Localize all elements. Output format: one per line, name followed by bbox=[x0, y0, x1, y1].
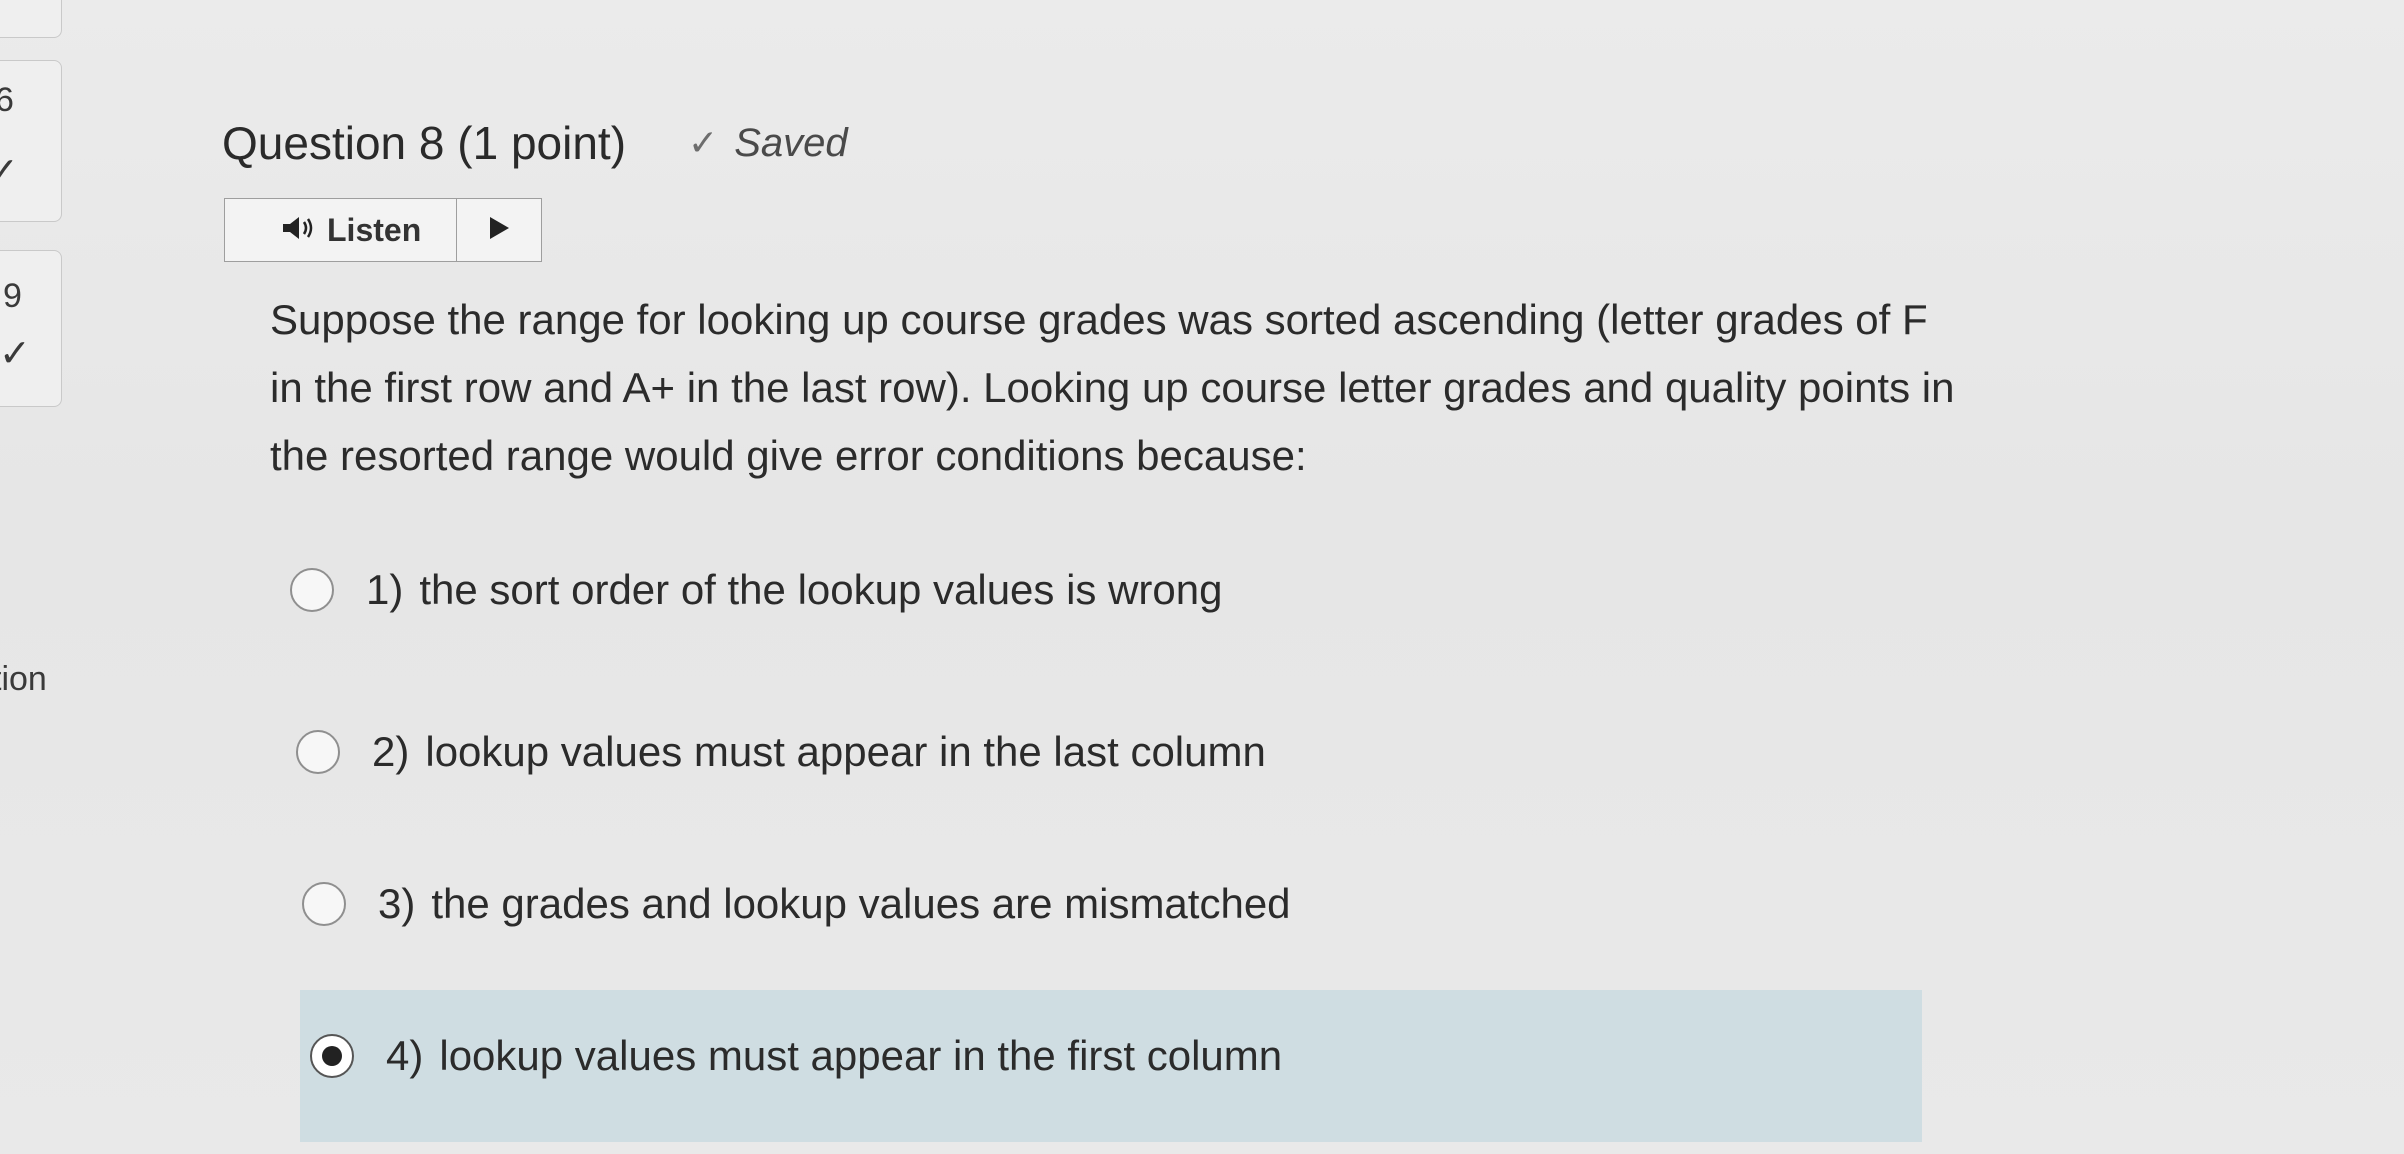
radio-button-selected[interactable] bbox=[310, 1034, 354, 1078]
option-label: the grades and lookup values are mismatc… bbox=[431, 880, 1291, 927]
answer-option-4[interactable]: 4) lookup values must appear in the firs… bbox=[310, 1032, 1282, 1080]
answer-option-2[interactable]: 2) lookup values must appear in the last… bbox=[296, 728, 1266, 776]
radio-button[interactable] bbox=[296, 730, 340, 774]
option-number: 2) bbox=[372, 728, 410, 775]
option-label: lookup values must appear in the first c… bbox=[439, 1032, 1283, 1079]
option-number: 4) bbox=[386, 1032, 424, 1079]
listen-widget: Listen bbox=[224, 198, 542, 262]
question-number: Question 8 bbox=[222, 117, 445, 169]
speaker-icon bbox=[281, 213, 317, 248]
answer-option-3[interactable]: 3) the grades and lookup values are mism… bbox=[302, 880, 1291, 928]
nav-question-number: 9 bbox=[3, 277, 22, 315]
question-header: Question 8 (1 point) ✓ Saved bbox=[222, 116, 848, 170]
nav-card-question-6[interactable]: 6 ✓ bbox=[0, 60, 62, 222]
listen-label: Listen bbox=[327, 211, 422, 248]
radio-button[interactable] bbox=[302, 882, 346, 926]
nav-answered-check-icon: ✓ bbox=[0, 333, 31, 375]
nav-question-number: 6 bbox=[0, 81, 14, 119]
question-text: Suppose the range for looking up course … bbox=[270, 296, 1955, 479]
question-title: Question 8 (1 point) bbox=[222, 116, 626, 170]
question-points: (1 point) bbox=[457, 117, 627, 169]
option-number: 3) bbox=[378, 880, 416, 927]
nav-answered-check-icon: ✓ bbox=[0, 151, 19, 193]
radio-button[interactable] bbox=[290, 568, 334, 612]
option-label: lookup values must appear in the last co… bbox=[425, 728, 1266, 775]
saved-status: ✓ Saved bbox=[688, 121, 848, 166]
option-number: 1) bbox=[366, 566, 404, 613]
checkmark-icon: ✓ bbox=[688, 122, 719, 163]
play-button[interactable] bbox=[457, 199, 541, 261]
answer-option-1[interactable]: 1) the sort order of the lookup values i… bbox=[290, 566, 1222, 614]
nav-card-previous[interactable] bbox=[0, 0, 62, 38]
option-label: the sort order of the lookup values is w… bbox=[419, 566, 1223, 613]
play-icon bbox=[487, 215, 511, 246]
nav-card-question-9[interactable]: 9 ✓ bbox=[0, 250, 62, 407]
listen-button[interactable]: Listen bbox=[225, 199, 457, 261]
saved-label: Saved bbox=[734, 120, 848, 165]
side-label: tion bbox=[0, 660, 47, 698]
